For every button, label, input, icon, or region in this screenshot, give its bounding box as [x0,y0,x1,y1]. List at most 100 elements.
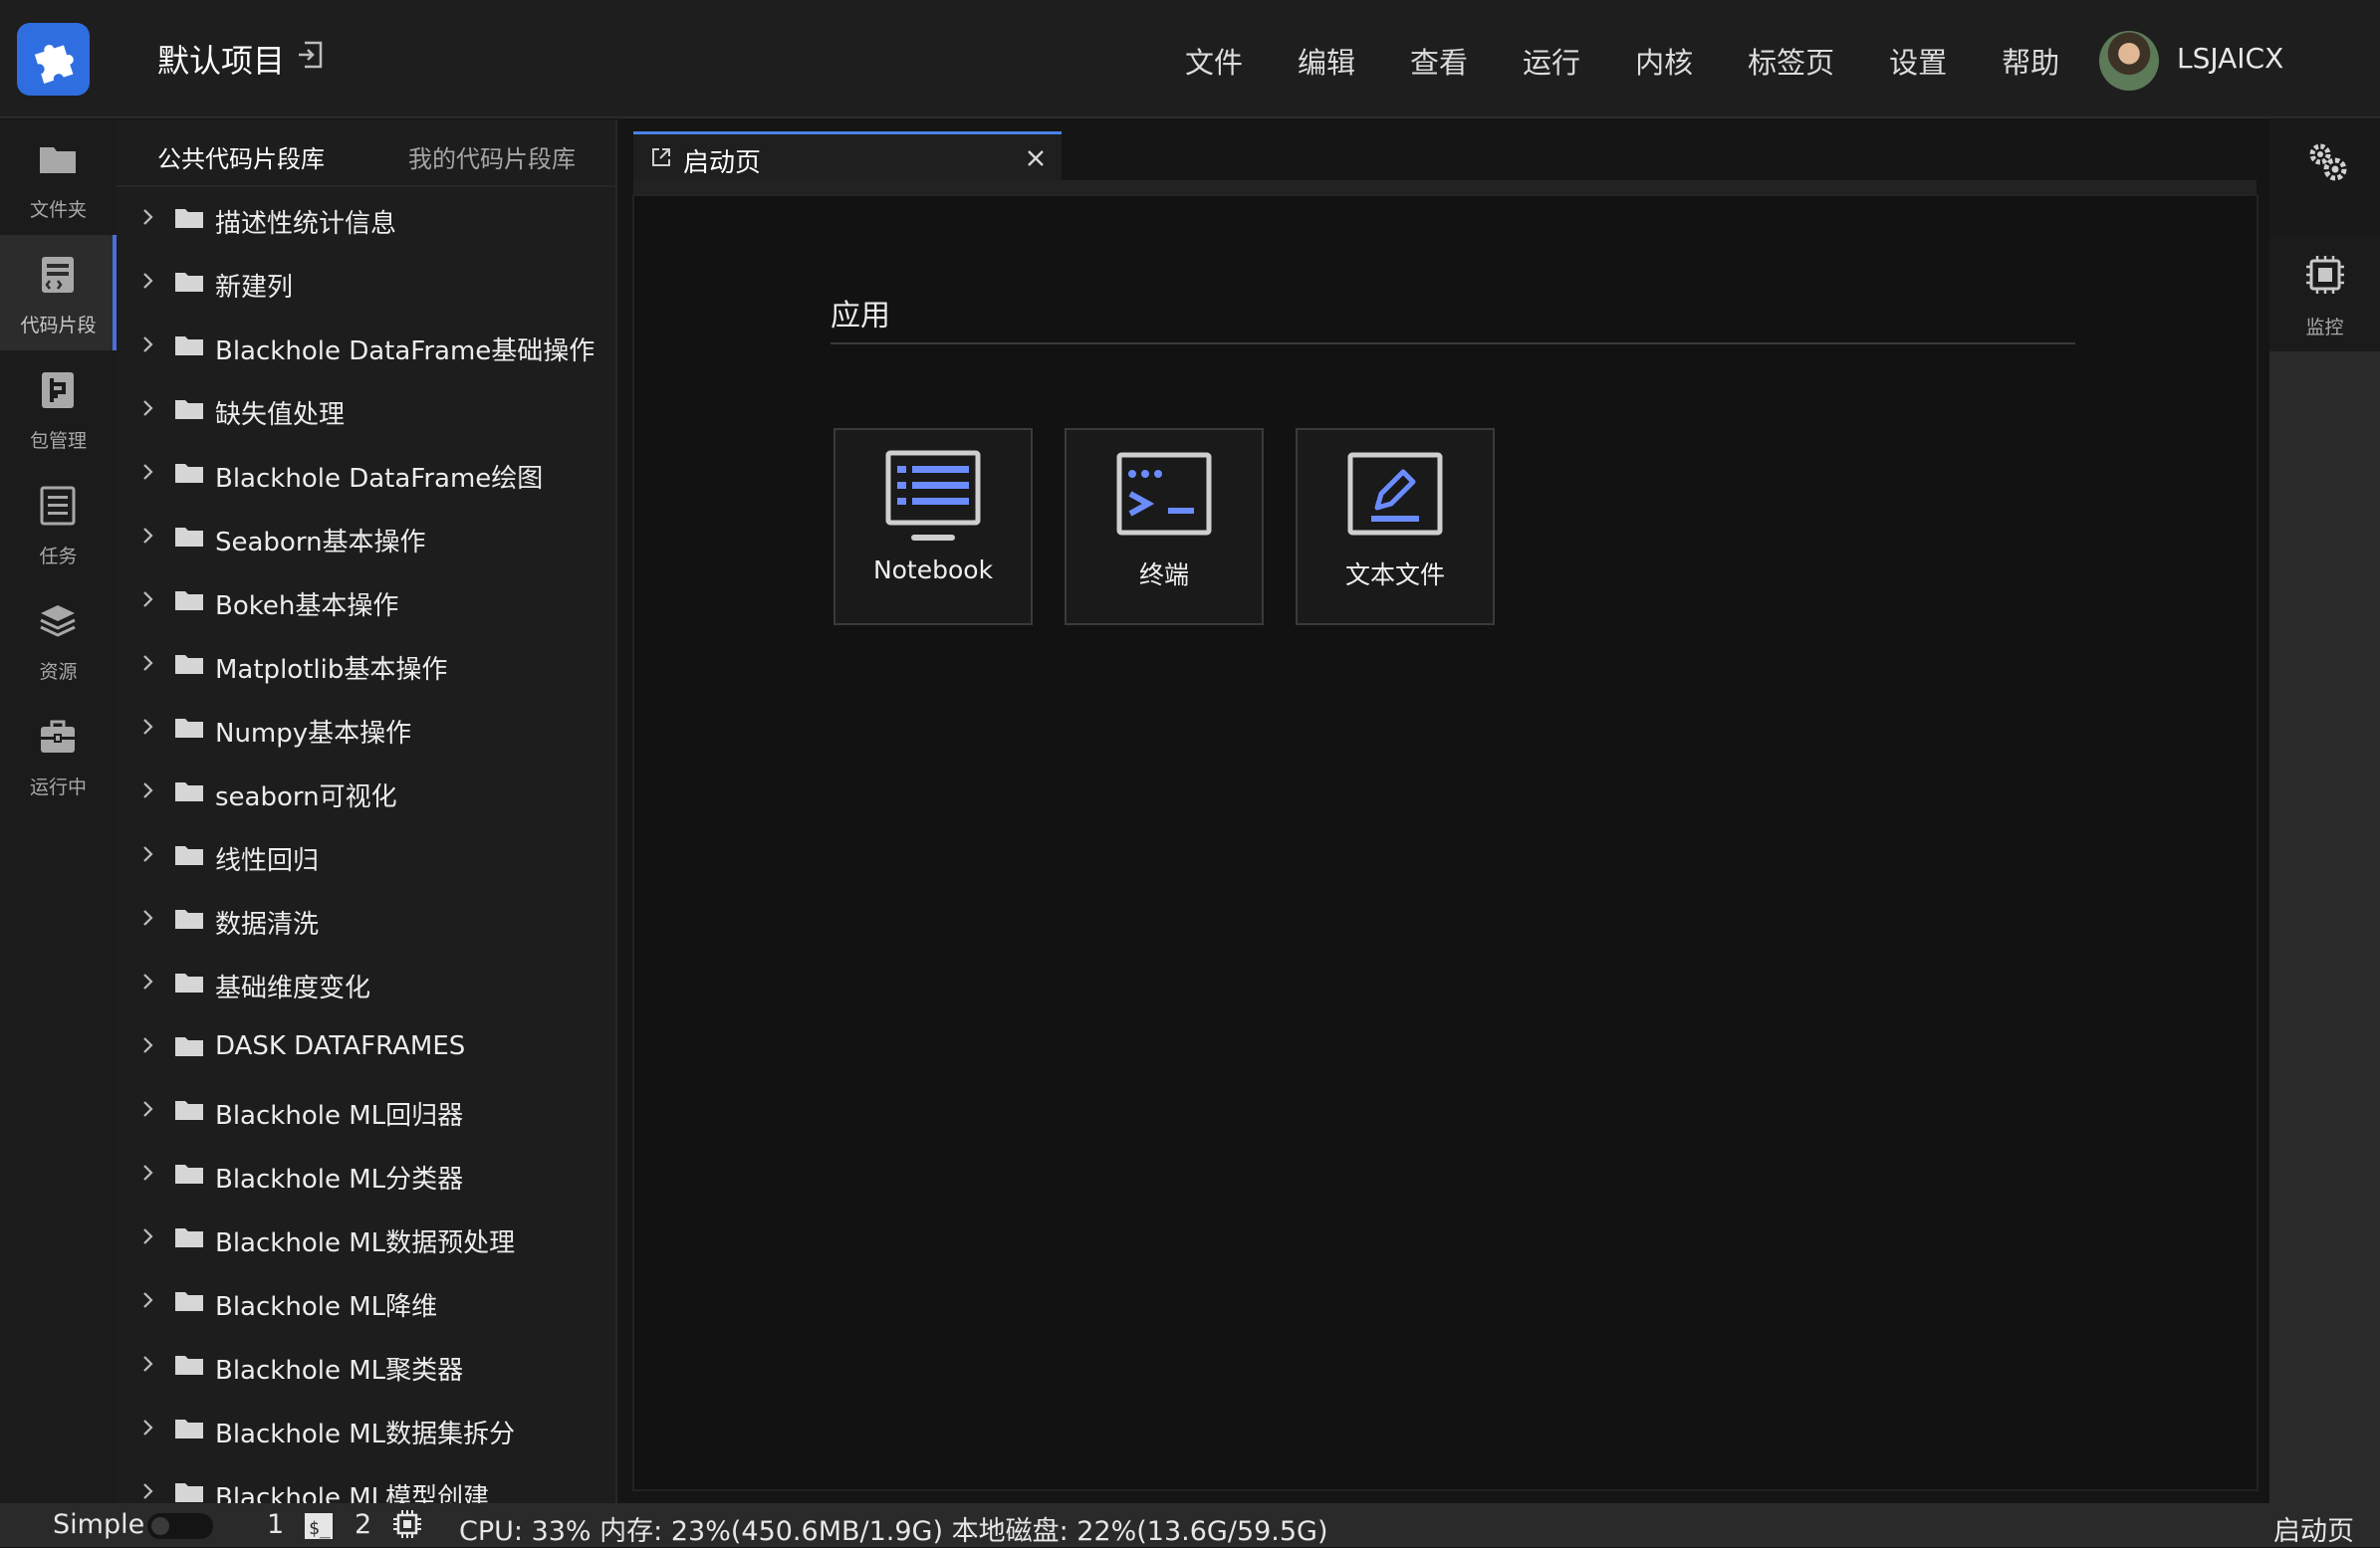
top-bar: 默认项目 文件 编辑 查看 运行 内核 标签页 设置 帮助 LSJAICX [0,0,2380,118]
tab-launcher[interactable]: 启动页 [633,131,1062,180]
folder-icon [175,846,203,865]
cpu-status-icon [393,1510,421,1538]
chevron-right-icon [143,591,153,607]
folder-icon [175,1101,203,1120]
exit-icon[interactable] [297,40,325,70]
folder-icon [175,655,203,674]
snippet-folder-item[interactable]: 基础维度变化 [117,962,615,1003]
chevron-right-icon [143,1483,153,1499]
activity-item-code-snippets[interactable]: 代码片段 [0,235,117,350]
layers-icon [40,605,76,637]
menu-file[interactable]: 文件 [1185,40,1243,82]
activity-item-folder[interactable]: 文件夹 [0,119,117,235]
activity-bar: 文件夹 代码片段 包管理 任务 资源 运行中 [0,119,117,1503]
snippet-folder-item[interactable]: 线性回归 [117,834,615,876]
chevron-right-icon [143,1356,153,1372]
main-editor: 启动页 应用 Notebook 终端 文本文件 [615,119,2269,1503]
menu-help[interactable]: 帮助 [2002,40,2059,82]
menu-tabs[interactable]: 标签页 [1748,40,1834,82]
chevron-right-icon [143,400,153,416]
snippet-folder-label: Blackhole ML回归器 [215,1101,464,1131]
activity-label: 代码片段 [20,315,97,336]
tab-my-snippets[interactable]: 我的代码片段库 [408,139,576,174]
chevron-right-icon [143,1292,153,1308]
current-page-label: 启动页 [2273,1516,2354,1547]
monitor-button[interactable]: 监控 [2269,235,2380,351]
snippet-folder-label: Blackhole ML聚类器 [215,1356,464,1386]
snippet-folder-label: Blackhole ML降维 [215,1292,438,1322]
app-card-notebook[interactable]: Notebook [833,428,1033,625]
snippet-folder-label: Blackhole ML模型创建 [215,1483,490,1503]
folder-icon [175,974,203,993]
snippet-folder-item[interactable]: Blackhole ML模型创建 [117,1471,615,1503]
activity-label: 运行中 [29,776,87,798]
snippet-folder-item[interactable]: Blackhole ML聚类器 [117,1344,615,1386]
folder-icon [175,1165,203,1184]
tab-public-snippets[interactable]: 公共代码片段库 [157,139,325,174]
snippet-folder-item[interactable]: Matplotlib基本操作 [117,643,615,685]
snippet-folder-item[interactable]: Blackhole DataFrame基础操作 [117,325,615,366]
app-card-terminal[interactable]: 终端 [1065,428,1264,625]
resource-usage: CPU: 33% 内存: 23%(450.6MB/1.9G) 本地磁盘: 22%… [459,1516,1328,1547]
chevron-right-icon [143,846,153,862]
mode-label: Simple [53,1509,145,1540]
snippet-folder-item[interactable]: seaborn可视化 [117,771,615,812]
snippet-folder-item[interactable]: Bokeh基本操作 [117,579,615,621]
snippet-folder-item[interactable]: 新建列 [117,261,615,303]
snippet-folder-item[interactable]: Blackhole ML降维 [117,1280,615,1322]
menu-settings[interactable]: 设置 [1889,40,1947,82]
folder-icon [175,528,203,547]
snippet-folder-label: Numpy基本操作 [215,719,412,749]
cpu-chip-icon [2306,256,2344,294]
snippet-folder-item[interactable]: Blackhole ML数据集拆分 [117,1408,615,1449]
settings-button[interactable] [2269,119,2380,235]
app-logo[interactable] [17,23,90,96]
menu-kernel[interactable]: 内核 [1635,40,1693,82]
snippet-folder-item[interactable]: 数据清洗 [117,898,615,940]
snippet-folder-item[interactable]: Blackhole ML数据预处理 [117,1216,615,1258]
folder-icon [175,1292,203,1311]
menu-bar: 文件 编辑 查看 运行 内核 标签页 设置 帮助 [1185,40,2114,82]
snippet-folder-item[interactable]: 缺失值处理 [117,388,615,430]
chevron-right-icon [143,528,153,544]
text-file-icon [1347,452,1443,536]
close-icon[interactable] [1026,148,1046,168]
snippet-folder-item[interactable]: Blackhole ML回归器 [117,1089,615,1131]
external-link-icon [652,148,670,166]
activity-label: 资源 [39,661,78,683]
snippet-folder-item[interactable]: 描述性统计信息 [117,197,615,239]
terminal-count[interactable]: 2 [355,1509,371,1540]
snippet-panel: 公共代码片段库 我的代码片段库 描述性统计信息 新建列 Blackhole Data… [117,119,615,1503]
activity-item-packages[interactable]: 包管理 [0,350,117,466]
snippet-folder-item[interactable]: Blackhole ML分类器 [117,1153,615,1195]
kernel-count[interactable]: 1 [267,1509,284,1540]
app-card-label: 终端 [1138,560,1189,589]
snippet-folder-item[interactable]: Seaborn基本操作 [117,516,615,557]
menu-run[interactable]: 运行 [1523,40,1580,82]
task-icon [40,486,76,526]
activity-item-resources[interactable]: 资源 [0,581,117,697]
folder-icon [175,782,203,801]
gears-icon [2309,143,2347,181]
terminal-status-icon[interactable]: $_ [304,1512,334,1540]
avatar[interactable] [2099,31,2159,91]
username[interactable]: LSJAICX [2177,42,2283,75]
menu-edit[interactable]: 编辑 [1298,40,1355,82]
section-title: 应用 [831,299,890,333]
snippet-folder-item[interactable]: DASK DATAFRAMES [117,1025,615,1067]
activity-item-running[interactable]: 运行中 [0,697,117,812]
snippet-folder-label: 缺失值处理 [215,400,346,430]
folder-icon [175,1483,203,1502]
folder-icon [175,209,203,228]
chevron-right-icon [143,974,153,990]
project-title[interactable]: 默认项目 [157,36,285,82]
activity-item-tasks[interactable]: 任务 [0,466,117,581]
app-card-text-file[interactable]: 文本文件 [1296,428,1495,625]
snippet-folder-label: Blackhole DataFrame绘图 [215,464,544,494]
snippet-folder-item[interactable]: Numpy基本操作 [117,707,615,749]
simple-mode-toggle[interactable] [147,1513,213,1539]
snippet-folder-label: 线性回归 [215,846,320,876]
menu-view[interactable]: 查看 [1410,40,1468,82]
snippet-folder-item[interactable]: Blackhole DataFrame绘图 [117,452,615,494]
folder-icon [40,147,76,173]
